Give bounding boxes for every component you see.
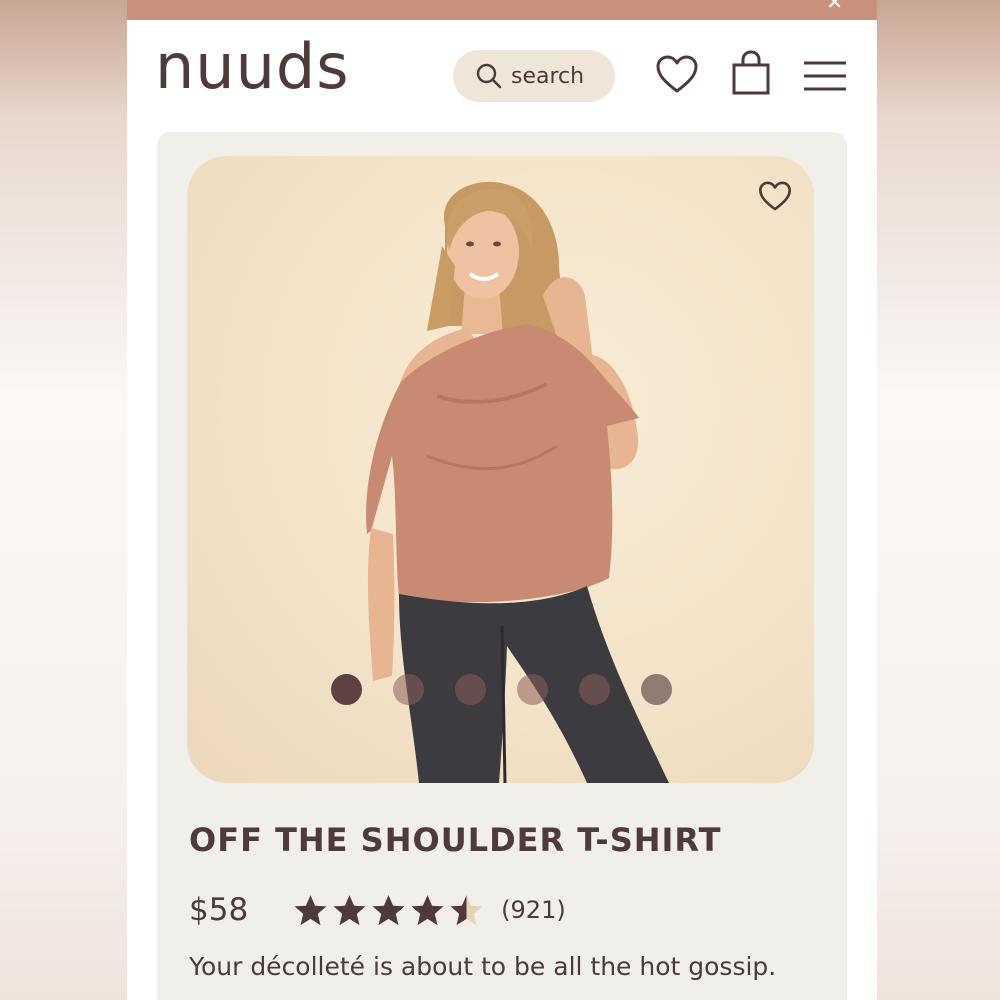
product-title[interactable]: OFF THE SHOULDER T-SHIRT	[189, 821, 721, 859]
wishlist-button[interactable]	[655, 54, 699, 94]
carousel-dot[interactable]	[517, 674, 548, 705]
star-icon	[450, 895, 483, 926]
star-rating[interactable]	[292, 893, 485, 927]
menu-button[interactable]	[803, 60, 847, 92]
product-card: OFF THE SHOULDER T-SHIRT $58 (921) Your …	[157, 132, 847, 1000]
background-left	[0, 0, 127, 1000]
close-icon[interactable]: ✕	[826, 0, 843, 15]
shopping-bag-icon	[732, 50, 770, 95]
product-description: Your décolleté is about to be all the ho…	[189, 952, 777, 981]
favorite-button[interactable]	[758, 180, 792, 217]
mobile-screen: ✕ nuuds search OFF THE SHOULDER T-SHIRT …	[127, 0, 877, 1000]
search-button[interactable]: search	[453, 50, 615, 102]
image-carousel-dots	[331, 674, 672, 705]
cart-button[interactable]	[731, 50, 771, 96]
heart-icon	[656, 55, 698, 93]
carousel-dot[interactable]	[455, 674, 486, 705]
price-rating-row: $58 (921)	[189, 890, 566, 930]
product-price: $58	[189, 892, 249, 928]
carousel-dot[interactable]	[579, 674, 610, 705]
search-label: search	[511, 63, 585, 89]
search-icon	[476, 63, 502, 89]
brand-logo[interactable]: nuuds	[155, 30, 350, 103]
menu-icon	[804, 61, 846, 91]
star-icon	[372, 895, 405, 926]
star-icon	[333, 895, 366, 926]
carousel-dot[interactable]	[393, 674, 424, 705]
star-icon	[411, 895, 444, 926]
carousel-dot[interactable]	[641, 674, 672, 705]
star-icon	[294, 895, 327, 926]
favorite-heart-icon	[759, 181, 791, 211]
carousel-dot[interactable]	[331, 674, 362, 705]
review-count[interactable]: (921)	[501, 896, 566, 924]
top-banner: ✕	[127, 0, 877, 20]
background-right	[877, 0, 1000, 1000]
site-header: nuuds search	[127, 20, 877, 132]
product-image[interactable]	[187, 156, 814, 783]
